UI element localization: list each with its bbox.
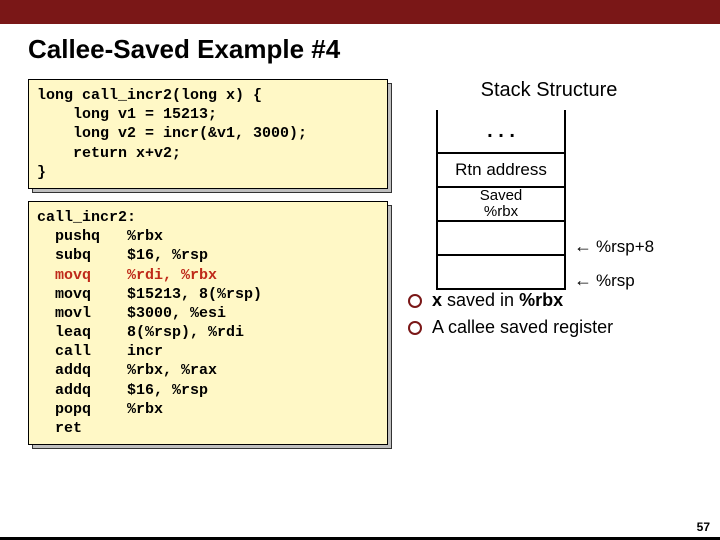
asm-code-box: call_incr2: pushq %rbx subq $16, %rsp mo… <box>28 201 388 445</box>
bullet-icon <box>408 321 422 335</box>
c-code-box: long call_incr2(long x) { long v1 = 1521… <box>28 79 388 189</box>
label-rsp8: ← %rsp+8 <box>574 236 654 257</box>
arrow-icon: ← <box>574 270 592 291</box>
bullet-mid: saved in <box>442 290 519 310</box>
saved-line1: Saved <box>480 188 523 204</box>
slide-content: Callee-Saved Example #4 long call_incr2(… <box>0 24 720 457</box>
stack-cell-dots: . . . <box>438 110 564 154</box>
label-rsp: ← %rsp <box>574 270 635 291</box>
bullet-text: x saved in %rbx <box>432 290 563 311</box>
stack-cell-empty2 <box>438 256 564 290</box>
page-number: 57 <box>697 520 710 534</box>
asm-code: call_incr2: pushq %rbx subq $16, %rsp mo… <box>28 201 388 445</box>
left-column: long call_incr2(long x) { long v1 = 1521… <box>28 79 388 457</box>
c-code: long call_incr2(long x) { long v1 = 1521… <box>28 79 388 189</box>
bold-rbx: %rbx <box>519 290 563 310</box>
stack-cell-empty1 <box>438 222 564 256</box>
bullet-text: A callee saved register <box>432 317 613 338</box>
saved-line2: %rbx <box>484 204 518 220</box>
bullet-item: x saved in %rbx <box>408 290 692 311</box>
label-rsp8-text: %rsp+8 <box>596 237 654 257</box>
right-column: Stack Structure . . . Rtn address Saved … <box>406 79 692 457</box>
bold-x: x <box>432 290 442 310</box>
stack-frame: . . . Rtn address Saved %rbx <box>436 110 566 290</box>
bullet-icon <box>408 294 422 308</box>
arrow-icon: ← <box>574 236 592 257</box>
header-bar <box>0 0 720 24</box>
bullet-list: x saved in %rbx A callee saved register <box>406 290 692 338</box>
stack-diagram: . . . Rtn address Saved %rbx ← %rsp+8 ← … <box>406 110 692 270</box>
main-columns: long call_incr2(long x) { long v1 = 1521… <box>28 79 692 457</box>
stack-cell-rtn: Rtn address <box>438 154 564 188</box>
slide-title: Callee-Saved Example #4 <box>28 34 692 65</box>
label-rsp-text: %rsp <box>596 271 635 291</box>
stack-cell-saved: Saved %rbx <box>438 188 564 222</box>
bullet-item: A callee saved register <box>408 317 692 338</box>
stack-title: Stack Structure <box>406 79 692 102</box>
